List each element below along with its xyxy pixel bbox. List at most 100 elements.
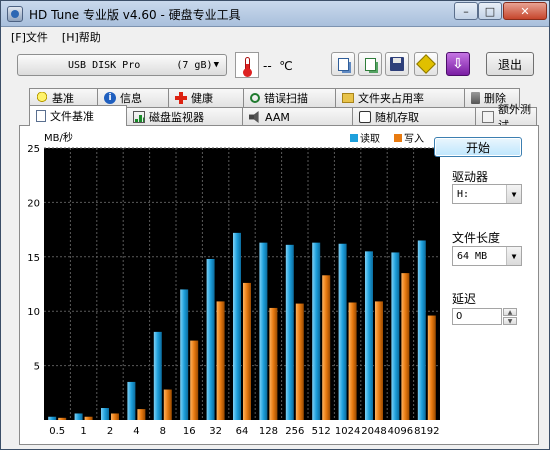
bar-write xyxy=(84,416,93,420)
bar-write xyxy=(137,409,146,420)
tab-aam[interactable]: AAM xyxy=(242,107,353,126)
drive-select-value: H: xyxy=(457,188,470,200)
tab-disk-monitor[interactable]: 磁盘监视器 xyxy=(126,107,243,126)
y-axis-label: MB/秒 xyxy=(44,131,73,144)
bar-write xyxy=(111,413,119,420)
tab-label: 健康 xyxy=(191,92,213,105)
y-tick-labels: 5 10 15 20 25 xyxy=(27,144,40,373)
trash-icon xyxy=(471,92,480,104)
x-tick-label: 16 xyxy=(183,426,196,437)
temperature-readout: -- ℃ xyxy=(263,59,293,73)
bar-write xyxy=(295,303,304,420)
minimize-button[interactable]: – xyxy=(454,2,478,20)
x-tick-label: 2048 xyxy=(361,426,386,437)
app-logo-icon xyxy=(7,6,23,22)
magnifier-icon xyxy=(250,93,260,103)
options-icon xyxy=(416,54,436,74)
y-tick-label: 5 xyxy=(34,362,40,373)
menu-file[interactable]: [F]文件 xyxy=(11,29,48,45)
drive-label: 驱动器 xyxy=(452,170,489,184)
window-title: HD Tune 专业版 v4.60 - 硬盘专业工具 xyxy=(29,8,241,22)
copy-screenshot-button[interactable] xyxy=(358,52,382,76)
x-tick-labels: 0.5 1 2 4 8 16 32 64 128 256 512 1024 2048 4096 8192 xyxy=(49,426,439,437)
x-tick-label: 4 xyxy=(133,426,139,437)
bar-read xyxy=(127,381,136,420)
save-icon xyxy=(390,57,404,71)
exit-button[interactable]: 退出 xyxy=(486,52,534,76)
chevron-up-icon[interactable]: ▲ xyxy=(503,308,517,316)
tab-file-benchmark[interactable]: 文件基准 xyxy=(29,105,127,126)
bar-write xyxy=(190,340,199,420)
bar-write xyxy=(216,301,225,420)
legend-swatch-write xyxy=(394,134,402,142)
x-tick-label: 2 xyxy=(107,426,113,437)
plus-icon xyxy=(482,111,494,123)
tab-random-access[interactable]: 随机存取 xyxy=(352,107,476,126)
title-bar[interactable]: HD Tune 专业版 v4.60 - 硬盘专业工具 – □ ✕ xyxy=(1,1,549,27)
download-button[interactable]: ⇩ xyxy=(446,52,470,76)
chevron-down-icon: ▼ xyxy=(213,60,219,70)
menu-help[interactable]: [H]帮助 xyxy=(62,29,101,45)
copy-text-icon xyxy=(337,57,349,71)
tab-label: AAM xyxy=(265,110,290,124)
options-button[interactable] xyxy=(414,52,438,76)
bar-read xyxy=(153,331,162,420)
x-tick-label: 8192 xyxy=(414,426,439,437)
y-tick-label: 25 xyxy=(27,144,40,155)
tab-label: 文件夹占用率 xyxy=(358,92,424,105)
chevron-down-icon[interactable]: ▼ xyxy=(503,317,517,325)
bar-read xyxy=(391,252,400,420)
bar-read xyxy=(74,413,83,420)
drive-dropdown-value: USB DISK Pro (7 gB) xyxy=(68,59,213,71)
x-tick-label: 64 xyxy=(236,426,249,437)
bar-read xyxy=(285,244,294,420)
bar-write xyxy=(427,315,436,420)
save-button[interactable] xyxy=(385,52,409,76)
bar-write xyxy=(243,282,251,420)
x-tick-label: 32 xyxy=(209,426,222,437)
close-button[interactable]: ✕ xyxy=(503,2,547,20)
bar-read xyxy=(338,243,347,420)
bar-write xyxy=(375,301,383,420)
x-tick-label: 256 xyxy=(285,426,304,437)
health-cross-icon xyxy=(175,92,187,104)
start-button[interactable]: 开始 xyxy=(434,137,522,157)
x-tick-label: 1024 xyxy=(335,426,360,437)
bar-read xyxy=(233,232,241,420)
tab-extra-tests[interactable]: 额外测试 xyxy=(475,103,537,132)
bar-write xyxy=(163,389,172,420)
x-tick-label: 4096 xyxy=(388,426,413,437)
tab-folder-usage[interactable]: 文件夹占用率 xyxy=(335,88,465,107)
bar-read xyxy=(259,242,268,420)
file-length-select[interactable]: 64 MB ▼ xyxy=(452,246,522,266)
drive-select[interactable]: H: ▼ xyxy=(452,184,522,204)
y-tick-label: 10 xyxy=(27,307,40,318)
download-icon: ⇩ xyxy=(452,56,464,72)
file-length-label: 文件长度 xyxy=(452,231,501,245)
bar-read xyxy=(365,251,373,420)
chevron-down-icon: ▼ xyxy=(506,185,521,203)
legend-label-write: 写入 xyxy=(404,133,424,145)
bar-write xyxy=(58,417,67,420)
toolbar: USB DISK Pro (7 gB) ▼ -- ℃ ⇩ 退出 xyxy=(1,47,549,83)
bar-write xyxy=(348,302,357,420)
x-tick-label: 0.5 xyxy=(49,426,65,437)
tab-health[interactable]: 健康 xyxy=(168,88,244,107)
tab-label: 基准 xyxy=(52,92,74,105)
drive-dropdown[interactable]: USB DISK Pro (7 gB) ▼ xyxy=(17,54,227,76)
bar-read xyxy=(48,416,57,420)
app-window: HD Tune 专业版 v4.60 - 硬盘专业工具 – □ ✕ [F]文件 [… xyxy=(0,0,550,450)
tab-label: 文件基准 xyxy=(50,110,94,123)
bar-read xyxy=(417,240,426,420)
tab-error-scan[interactable]: 错误扫描 xyxy=(243,88,336,107)
delay-stepper[interactable]: ▲ ▼ xyxy=(503,308,517,325)
info-icon: i xyxy=(104,92,116,104)
menu-bar: [F]文件 [H]帮助 xyxy=(1,28,549,46)
copy-text-button[interactable] xyxy=(331,52,355,76)
bar-read xyxy=(206,258,215,420)
delay-input[interactable]: 0 xyxy=(452,308,502,325)
legend-label-read: 读取 xyxy=(360,132,380,145)
bar-write xyxy=(401,273,410,420)
bulb-icon xyxy=(36,92,48,104)
maximize-button[interactable]: □ xyxy=(478,2,502,20)
